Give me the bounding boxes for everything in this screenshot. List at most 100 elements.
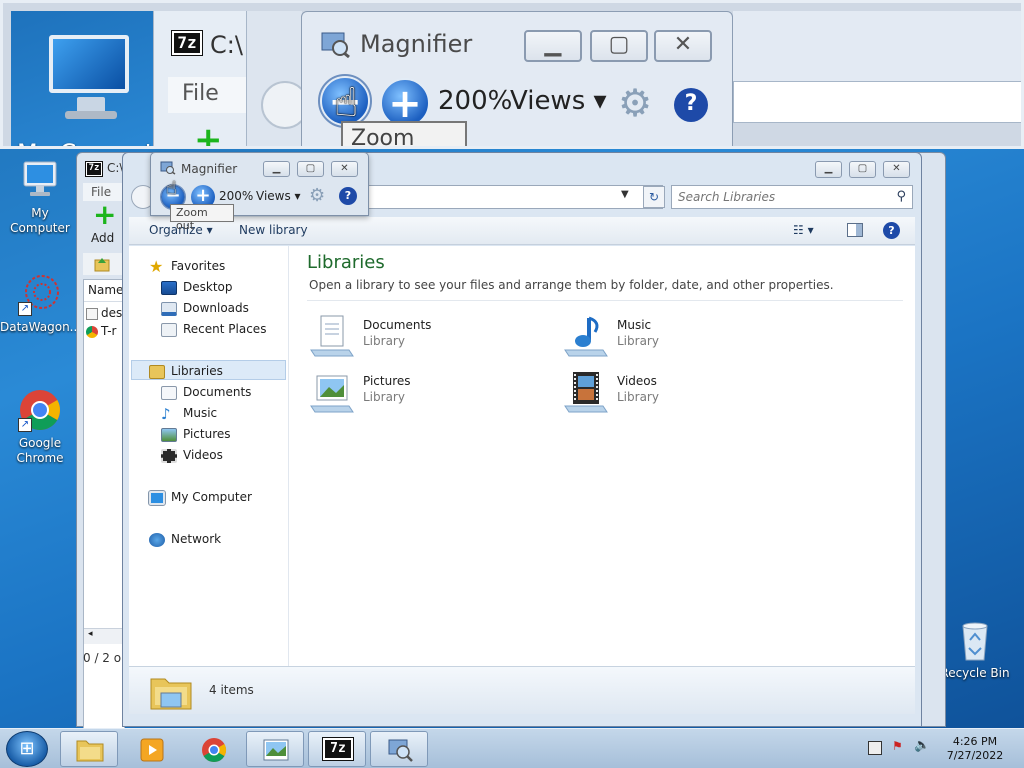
help-icon[interactable]: ?	[883, 222, 900, 239]
change-view-icon[interactable]: ☷ ▾	[793, 223, 814, 237]
volume-icon[interactable]: 🔈	[914, 738, 930, 754]
7zip-file-list[interactable]: Name des T-r ◂	[83, 279, 125, 768]
desktop-icon-recycle-bin[interactable]: Recycle Bin	[935, 618, 1015, 681]
maximize-button[interactable]: ▢	[849, 161, 876, 178]
7zip-add-icon[interactable]: +	[93, 201, 116, 229]
nav-documents[interactable]: Documents	[161, 382, 251, 402]
magnified-desktop-area: My Computer	[11, 11, 179, 146]
desktop-icon-label: My Computer	[10, 206, 70, 235]
desktop-icon-my-computer[interactable]: My Computer	[0, 158, 80, 236]
library-documents[interactable]: Documents Library	[309, 312, 539, 362]
7zip-icon: 7z	[322, 737, 354, 761]
preview-pane-icon[interactable]	[847, 223, 863, 237]
nav-libraries[interactable]: Libraries	[149, 361, 223, 381]
taskbar: ⊞ 7z ⚑ 🔈 4:26 PM 7/27/2022	[0, 728, 1024, 768]
network-icon	[149, 532, 165, 547]
datawagon-icon: ↗	[18, 272, 62, 316]
magnified-gear-icon: ⚙	[618, 81, 653, 125]
7zip-add-label[interactable]: Add	[91, 231, 114, 245]
new-library-button[interactable]: New library	[239, 223, 308, 237]
magnified-titlebar-area	[733, 11, 1021, 81]
taskbar-media-player-button[interactable]	[122, 731, 180, 767]
views-dropdown[interactable]: Views ▾	[256, 189, 301, 203]
refresh-icon[interactable]: ↻	[643, 186, 665, 208]
desktop-icon-datawagon[interactable]: ↗ DataWagon...	[0, 272, 81, 335]
library-music[interactable]: Music Library	[563, 312, 793, 362]
magnified-hand-cursor-icon: ☝	[334, 80, 359, 126]
options-gear-icon[interactable]: ⚙	[309, 185, 325, 206]
details-pane: 4 items	[129, 666, 915, 714]
shortcut-arrow-icon: ↗	[18, 418, 32, 432]
taskbar-chrome-button[interactable]	[184, 731, 242, 767]
magnified-computer-icon	[39, 29, 135, 119]
scroll-left-icon[interactable]: ◂	[84, 628, 124, 644]
desktop-icon	[161, 280, 177, 295]
tray-clock[interactable]: 4:26 PM 7/27/2022	[940, 735, 1010, 763]
taskbar-7zip-button[interactable]: 7z	[308, 731, 366, 767]
shortcut-arrow-icon: ↗	[18, 302, 32, 316]
list-item[interactable]: T-r	[86, 324, 117, 338]
desktop-icon-google-chrome[interactable]: ↗ Google Chrome	[0, 388, 80, 466]
magnified-address-area	[733, 81, 1021, 123]
nav-videos[interactable]: Videos	[161, 445, 223, 465]
taskbar-magnifier-button[interactable]	[370, 731, 428, 767]
magnified-close-icon: ✕	[654, 30, 712, 62]
explorer-body: ★ Favorites Desktop Downloads Recent Plac…	[129, 246, 915, 666]
computer-icon	[23, 161, 57, 196]
nav-my-computer[interactable]: My Computer	[148, 487, 252, 507]
navigation-pane: ★ Favorites Desktop Downloads Recent Plac…	[129, 246, 289, 666]
library-name: Pictures	[363, 374, 411, 388]
list-item[interactable]: des	[86, 306, 122, 320]
videos-library-icon	[564, 372, 608, 413]
pictures-library-icon	[310, 375, 354, 413]
search-icon[interactable]: ⚲	[896, 189, 906, 204]
magnifier-icon	[388, 739, 413, 762]
magnifier-help-icon[interactable]: ?	[339, 187, 357, 205]
magnifier-restore-button[interactable]: ▢	[297, 161, 324, 177]
library-videos[interactable]: Videos Library	[563, 368, 793, 418]
nav-recent-places[interactable]: Recent Places	[161, 319, 266, 339]
nav-music[interactable]: ♪ Music	[161, 403, 217, 423]
nav-downloads[interactable]: Downloads	[161, 298, 249, 318]
search-input[interactable]	[678, 187, 888, 207]
computer-icon	[148, 489, 166, 506]
library-name: Music	[617, 318, 652, 332]
library-pictures[interactable]: Pictures Library	[309, 368, 539, 418]
magnified-magnifier-title: Magnifier	[360, 30, 473, 58]
minimize-button[interactable]: ▁	[815, 161, 842, 178]
videos-icon	[161, 448, 177, 463]
magnified-7zip-window: 7z C:\ File +	[153, 11, 253, 146]
zoom-out-tooltip: Zoom out	[170, 204, 234, 232]
start-button[interactable]: ⊞	[6, 731, 48, 767]
nav-favorites[interactable]: ★ Favorites	[149, 256, 225, 276]
nav-desktop[interactable]: Desktop	[161, 277, 233, 297]
taskbar-explorer-button[interactable]	[60, 731, 118, 767]
magnified-path: C:\	[210, 31, 243, 59]
up-folder-icon[interactable]	[93, 255, 111, 273]
search-box[interactable]: ⚲	[671, 185, 913, 209]
column-header-name[interactable]: Name	[84, 280, 124, 302]
magnifier-icon	[160, 161, 176, 175]
hand-cursor-icon: ☝	[166, 178, 177, 199]
libraries-folder-icon	[149, 364, 165, 379]
file-icon	[86, 307, 98, 320]
desktop-icon-label: Google Chrome	[16, 436, 64, 465]
star-icon: ★	[149, 256, 164, 276]
libraries-explorer-window[interactable]: ▁ ▢ ✕ ▼ ↻ ⚲ Organize ▾ New library ☷ ▾ ?…	[122, 152, 922, 727]
nav-network[interactable]: Network	[149, 529, 221, 549]
magnifier-minimize-button[interactable]: ▁	[263, 161, 290, 177]
zoom-level: 200%	[219, 189, 254, 203]
clock-time: 4:26 PM	[952, 735, 998, 748]
close-button[interactable]: ✕	[883, 161, 910, 178]
taskbar-libraries-button[interactable]	[246, 731, 304, 767]
nav-pictures[interactable]: Pictures	[161, 424, 231, 444]
action-center-flag-icon[interactable]: ⚑	[892, 739, 908, 755]
downloads-icon	[161, 301, 177, 316]
chrome-icon	[86, 325, 98, 338]
library-type: Library	[617, 390, 659, 404]
magnifier-close-button[interactable]: ✕	[331, 161, 358, 177]
magnified-minimize-icon: ▁	[524, 30, 582, 62]
pictures-icon	[161, 427, 177, 442]
network-tray-icon[interactable]	[868, 741, 882, 755]
address-dropdown-icon[interactable]: ▼	[621, 189, 629, 200]
